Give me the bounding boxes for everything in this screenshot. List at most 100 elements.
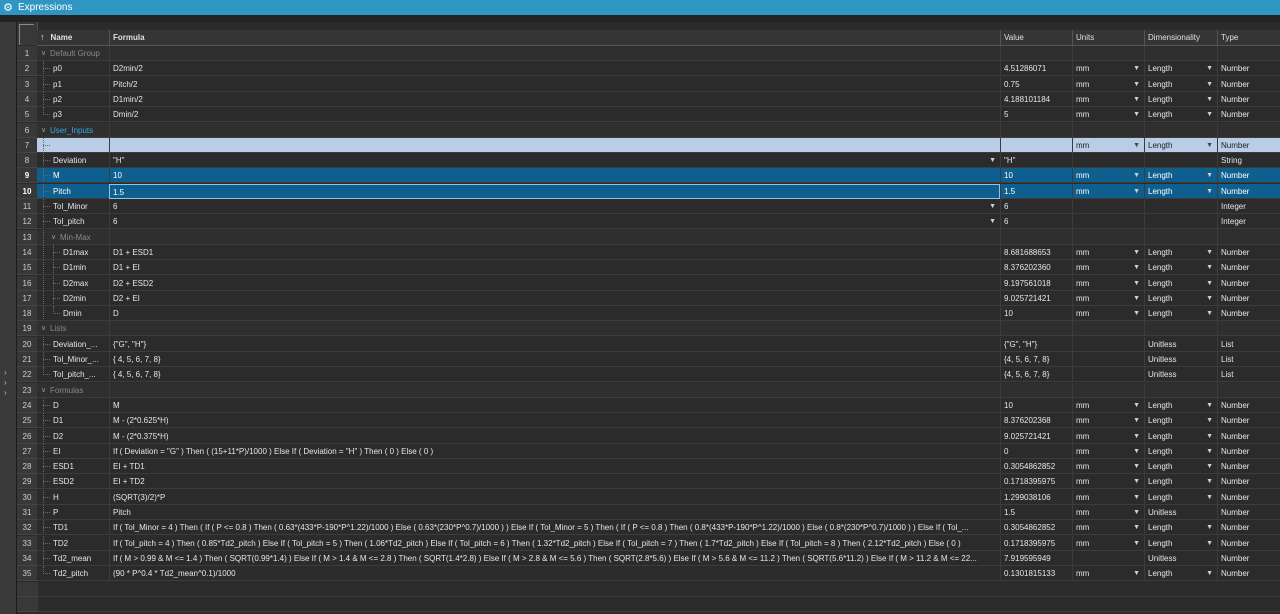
name-cell[interactable]: p3 xyxy=(37,107,109,123)
dimensionality-cell[interactable]: Length ▼ xyxy=(1144,413,1217,429)
type-cell[interactable]: Number xyxy=(1217,244,1280,260)
value-cell[interactable]: 1.299038106 xyxy=(1000,489,1072,505)
units-cell[interactable]: mm ▼ xyxy=(1072,397,1144,413)
dimensionality-cell[interactable]: Length ▼ xyxy=(1144,260,1217,276)
row-number[interactable]: 32 xyxy=(17,520,37,536)
dimensionality-cell[interactable]: Length ▼ xyxy=(1144,137,1217,153)
dimensionality-cell[interactable]: Length ▼ xyxy=(1144,61,1217,77)
value-cell[interactable]: 10 xyxy=(1000,306,1072,322)
dropdown-arrow-icon[interactable]: ▼ xyxy=(989,153,996,167)
formula-cell[interactable] xyxy=(109,229,1000,245)
dimensionality-cell[interactable]: Unitless xyxy=(1144,352,1217,367)
formula-cell[interactable]: M - (2*0.375*H) xyxy=(109,428,1000,444)
dropdown-arrow-icon[interactable]: ▼ xyxy=(1133,306,1140,320)
value-cell[interactable] xyxy=(1000,321,1072,337)
value-cell[interactable]: 0.3054862852 xyxy=(1000,459,1072,475)
name-cell[interactable]: D xyxy=(37,397,109,413)
formula-cell[interactable]: 1.5 xyxy=(109,183,1000,199)
dropdown-arrow-icon[interactable]: ▼ xyxy=(1206,444,1213,458)
table-row[interactable]: 26 D2 M - (2*0.375*H) 9.025721421 mm ▼ Length ▼… xyxy=(17,428,1280,444)
dropdown-arrow-icon[interactable]: ▼ xyxy=(1206,490,1213,504)
dropdown-arrow-icon[interactable]: ▼ xyxy=(1206,168,1213,182)
name-cell[interactable]: H xyxy=(37,489,109,505)
name-cell[interactable]: Tol_Minor_... xyxy=(37,352,109,367)
table-row[interactable]: 11 Tol_Minor 6 ▼ 6 Integer xyxy=(17,199,1280,214)
units-cell[interactable] xyxy=(1072,229,1144,245)
dimensionality-cell[interactable] xyxy=(1144,382,1217,398)
row-number[interactable]: 24 xyxy=(17,397,37,413)
dimensionality-cell[interactable]: Length ▼ xyxy=(1144,474,1217,490)
dimensionality-cell[interactable]: Length ▼ xyxy=(1144,76,1217,92)
name-cell[interactable]: p2 xyxy=(37,91,109,107)
value-cell[interactable]: {4, 5, 6, 7, 8} xyxy=(1000,367,1072,383)
dimensionality-cell[interactable] xyxy=(1144,122,1217,138)
row-number[interactable]: 6 xyxy=(17,122,37,138)
type-cell[interactable]: Integer xyxy=(1217,199,1280,214)
dropdown-arrow-icon[interactable]: ▼ xyxy=(1133,474,1140,488)
dimensionality-cell[interactable]: Length ▼ xyxy=(1144,107,1217,123)
dimensionality-cell[interactable]: Unitless xyxy=(1144,505,1217,520)
type-cell[interactable]: Number xyxy=(1217,260,1280,276)
dropdown-arrow-icon[interactable]: ▼ xyxy=(1133,444,1140,458)
units-cell[interactable]: mm ▼ xyxy=(1072,489,1144,505)
type-cell[interactable] xyxy=(1217,382,1280,398)
dropdown-arrow-icon[interactable]: ▼ xyxy=(989,214,996,228)
dimensionality-cell[interactable]: Length ▼ xyxy=(1144,566,1217,582)
dimensionality-cell[interactable]: Unitless xyxy=(1144,367,1217,383)
formula-cell[interactable]: D xyxy=(109,306,1000,322)
dimensionality-cell[interactable]: Length ▼ xyxy=(1144,489,1217,505)
units-cell[interactable] xyxy=(1072,336,1144,352)
dropdown-arrow-icon[interactable]: ▼ xyxy=(1133,291,1140,305)
dropdown-arrow-icon[interactable]: ▼ xyxy=(1206,92,1213,106)
row-number[interactable]: 9 xyxy=(17,168,37,184)
dropdown-arrow-icon[interactable]: ▼ xyxy=(1133,138,1140,152)
dimensionality-cell[interactable]: Length ▼ xyxy=(1144,459,1217,475)
table-row[interactable]: 35 Td2_pitch (90 * P^0.4 * Td2_mean^0.1)/1… xyxy=(17,566,1280,582)
row-number[interactable]: 4 xyxy=(17,91,37,107)
dimensionality-cell[interactable]: Length ▼ xyxy=(1144,397,1217,413)
formula-cell[interactable]: Pitch/2 xyxy=(109,76,1000,92)
value-cell[interactable]: 9.197561018 xyxy=(1000,275,1072,291)
formula-cell[interactable]: If ( Deviation = "G" ) Then ( (15+11*P)/… xyxy=(109,443,1000,459)
name-cell[interactable]: Tol_pitch_... xyxy=(37,367,109,383)
units-cell[interactable] xyxy=(1072,46,1144,61)
units-cell[interactable] xyxy=(1072,352,1144,367)
units-cell[interactable]: mm ▼ xyxy=(1072,168,1144,184)
table-row[interactable]: 4 p2 D1min/2 4.188101184 mm ▼ Length ▼ Number xyxy=(17,91,1280,107)
dropdown-arrow-icon[interactable]: ▼ xyxy=(1133,168,1140,182)
column-header-type[interactable]: Type xyxy=(1217,30,1280,45)
dimensionality-cell[interactable]: Length ▼ xyxy=(1144,428,1217,444)
name-cell[interactable]: p0 xyxy=(37,61,109,77)
units-cell[interactable]: mm ▼ xyxy=(1072,183,1144,199)
table-row[interactable]: 8 Deviation "H" ▼ "H" String xyxy=(17,153,1280,169)
name-cell[interactable]: Deviation_... xyxy=(37,336,109,352)
units-cell[interactable]: mm ▼ xyxy=(1072,61,1144,77)
name-cell[interactable]: EI xyxy=(37,443,109,459)
units-cell[interactable]: mm ▼ xyxy=(1072,306,1144,322)
collapse-caret-icon[interactable]: ∨ xyxy=(51,230,56,244)
row-number[interactable]: 20 xyxy=(17,336,37,352)
dimensionality-cell[interactable]: Length ▼ xyxy=(1144,306,1217,322)
dropdown-arrow-icon[interactable]: ▼ xyxy=(1206,520,1213,534)
name-cell[interactable]: M xyxy=(37,168,109,184)
type-cell[interactable]: Number xyxy=(1217,550,1280,566)
dimensionality-cell[interactable] xyxy=(1144,199,1217,214)
formula-cell[interactable]: 10 xyxy=(109,168,1000,184)
type-cell[interactable]: Number xyxy=(1217,275,1280,291)
table-row[interactable]: 22 Tol_pitch_... { 4, 5, 6, 7, 8} {4, 5, 6,… xyxy=(17,367,1280,383)
formula-cell[interactable]: EI + TD2 xyxy=(109,474,1000,490)
value-cell[interactable]: 1.5 xyxy=(1000,183,1072,199)
dropdown-arrow-icon[interactable]: ▼ xyxy=(1133,505,1140,519)
dropdown-arrow-icon[interactable]: ▼ xyxy=(1206,536,1213,550)
formula-cell[interactable]: { 4, 5, 6, 7, 8} xyxy=(109,367,1000,383)
value-cell[interactable] xyxy=(1000,382,1072,398)
dimensionality-cell[interactable]: Length ▼ xyxy=(1144,244,1217,260)
type-cell[interactable] xyxy=(1217,321,1280,337)
row-number[interactable]: 15 xyxy=(17,260,37,276)
type-cell[interactable]: Number xyxy=(1217,459,1280,475)
table-row[interactable]: 24 D M 10 mm ▼ Length ▼ Number xyxy=(17,397,1280,413)
table-row[interactable]: 21 Tol_Minor_... { 4, 5, 6, 7, 8} {4, 5, 6,… xyxy=(17,352,1280,367)
formula-cell[interactable]: If ( M > 0.99 & M <= 1.4 ) Then ( SQRT(0… xyxy=(109,550,1000,566)
row-number[interactable]: 21 xyxy=(17,352,37,367)
table-row[interactable]: 9 M 10 10 mm ▼ Length ▼ Number xyxy=(17,168,1280,184)
